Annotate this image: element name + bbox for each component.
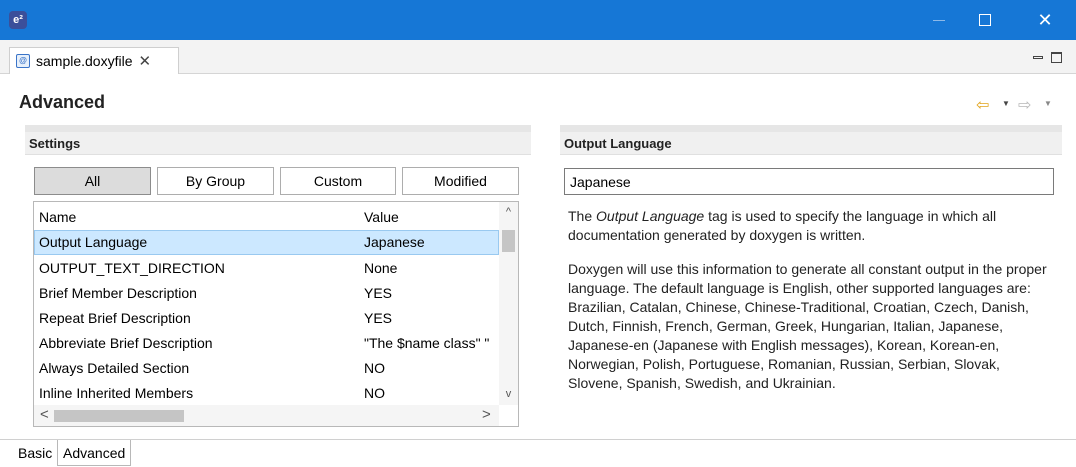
table-header: Name Value (34, 202, 499, 229)
filter-all-button[interactable]: All (34, 167, 151, 195)
row-value: YES (364, 310, 393, 326)
row-value: NO (364, 360, 385, 376)
row-name: Repeat Brief Description (39, 310, 191, 326)
page-title: Advanced (19, 92, 106, 112)
editor-tab-sample-doxyfile[interactable]: @ sample.doxyfile ✕ (9, 47, 179, 74)
back-dropdown-icon[interactable]: ▼ (1002, 99, 1010, 108)
row-value: "The $name class" " (364, 335, 490, 351)
row-name: Output Language (39, 234, 148, 250)
row-name: Abbreviate Brief Description (39, 335, 213, 351)
tab-basic[interactable]: Basic (13, 440, 57, 466)
maximize-window-button[interactable] (962, 0, 1008, 40)
row-value: YES (364, 285, 393, 301)
scroll-left-icon[interactable]: < (40, 406, 49, 423)
row-value: None (364, 260, 398, 276)
column-header-value[interactable]: Value (364, 209, 399, 225)
vertical-scrollbar[interactable]: ^ v (499, 202, 518, 405)
forward-arrow-icon[interactable]: ⇨ (1018, 95, 1031, 115)
tab-close-icon[interactable]: ✕ (139, 52, 152, 70)
table-row[interactable]: OUTPUT_TEXT_DIRECTION None (34, 256, 499, 281)
horizontal-scrollbar[interactable]: < > (34, 405, 499, 426)
row-name: Inline Inherited Members (39, 385, 194, 401)
scroll-down-icon[interactable]: v (499, 388, 518, 400)
close-icon: ✕ (1037, 9, 1053, 30)
doxyfile-icon: @ (16, 54, 30, 68)
row-value: Japanese (364, 234, 425, 250)
editor-tab-bar: @ sample.doxyfile ✕ (0, 40, 1076, 74)
filter-by-group-button[interactable]: By Group (157, 167, 274, 195)
minimize-window-button[interactable] (916, 0, 962, 40)
forward-dropdown-icon[interactable]: ▼ (1044, 99, 1052, 108)
desc1-pre: The (568, 208, 597, 224)
row-value: NO (364, 385, 385, 401)
table-row[interactable]: Brief Member Description YES (34, 281, 499, 306)
description-paragraph-1: The Output Language tag is used to speci… (568, 207, 1058, 245)
value-field[interactable] (564, 168, 1054, 195)
settings-section-bar (25, 125, 531, 132)
filter-modified-button[interactable]: Modified (402, 167, 519, 195)
back-arrow-icon[interactable]: ⇦ (976, 95, 989, 115)
vertical-scroll-thumb[interactable] (502, 230, 515, 252)
settings-table: Name Value Output Language Japanese OUTP… (33, 201, 519, 427)
maximize-pane-icon[interactable] (1051, 52, 1062, 63)
scroll-up-icon[interactable]: ^ (499, 206, 518, 218)
editor-tab-label: sample.doxyfile (36, 53, 133, 69)
detail-section-bar (560, 125, 1062, 132)
description-paragraph-2: Doxygen will use this information to gen… (568, 261, 1047, 391)
horizontal-scroll-thumb[interactable] (54, 410, 184, 422)
row-name: Brief Member Description (39, 285, 197, 301)
scroll-right-icon[interactable]: > (482, 406, 491, 423)
minimize-icon (933, 19, 945, 21)
table-row[interactable]: Inline Inherited Members NO (34, 381, 499, 406)
table-row[interactable]: Abbreviate Brief Description "The $name … (34, 331, 499, 356)
filter-custom-button[interactable]: Custom (280, 167, 396, 195)
column-header-name[interactable]: Name (39, 209, 76, 225)
close-window-button[interactable]: ✕ (1022, 0, 1068, 40)
bottom-tab-bar: Basic Advanced (0, 439, 1076, 467)
window-title-bar: e² ✕ (0, 0, 1076, 40)
detail-header: Output Language (560, 132, 1062, 155)
minimize-pane-icon[interactable] (1033, 56, 1043, 59)
table-row[interactable]: Output Language Japanese (34, 230, 499, 255)
row-name: OUTPUT_TEXT_DIRECTION (39, 260, 225, 276)
maximize-icon (979, 14, 991, 26)
table-row[interactable]: Always Detailed Section NO (34, 356, 499, 381)
row-name: Always Detailed Section (39, 360, 190, 376)
table-row[interactable]: Repeat Brief Description YES (34, 306, 499, 331)
tab-advanced[interactable]: Advanced (57, 440, 132, 466)
desc1-em: Output Language (596, 208, 705, 224)
app-icon: e² (9, 11, 27, 29)
settings-header: Settings (25, 132, 531, 155)
